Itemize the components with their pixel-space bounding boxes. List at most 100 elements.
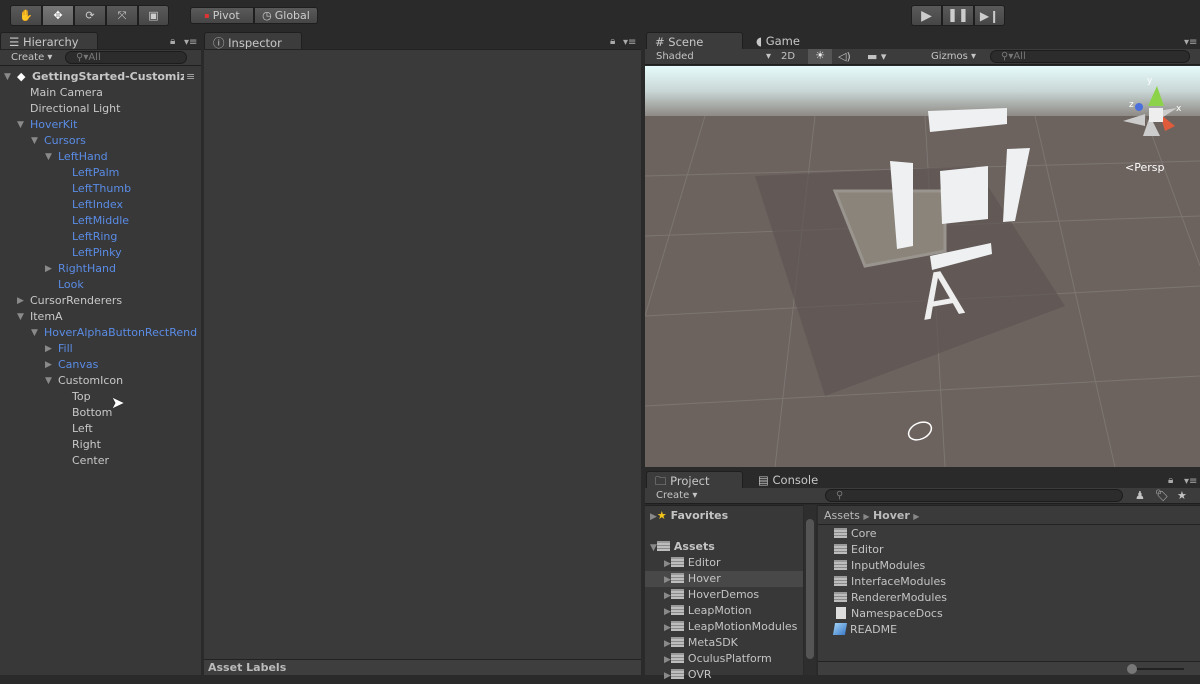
- hierarchy-item[interactable]: Look: [0, 277, 201, 293]
- hierarchy-item[interactable]: ▶ CursorRenderers: [0, 293, 201, 309]
- project-folder-item[interactable]: ▶ Editor: [645, 555, 803, 571]
- expand-arrow-open-icon[interactable]: ▼: [31, 325, 38, 341]
- hierarchy-item[interactable]: Top: [0, 389, 201, 405]
- rect-tool-button[interactable]: ▣: [138, 5, 169, 26]
- project-search-input[interactable]: ⚲: [825, 489, 1123, 502]
- expand-arrow-icon[interactable]: ▶: [664, 655, 671, 665]
- tab-game[interactable]: ◖ Game: [748, 32, 818, 50]
- step-button[interactable]: ▶❙: [974, 5, 1005, 26]
- tree-scrollbar[interactable]: [804, 505, 816, 675]
- expand-arrow-closed-icon[interactable]: ▶: [45, 261, 52, 277]
- scale-tool-button[interactable]: ⤧: [106, 5, 138, 26]
- file-item[interactable]: README: [832, 622, 897, 638]
- hierarchy-item[interactable]: ▼ LeftHand: [0, 149, 201, 165]
- expand-arrow-icon[interactable]: ▶: [664, 607, 671, 617]
- pivot-toggle[interactable]: ▪ Pivot: [190, 7, 254, 24]
- hierarchy-search-input[interactable]: ⚲▾All: [65, 51, 187, 64]
- hierarchy-item[interactable]: ▼ ItemA: [0, 309, 201, 325]
- asset-labels-bar[interactable]: Asset Labels: [204, 659, 641, 675]
- panel-menu-icon[interactable]: ▾≡: [1184, 476, 1197, 487]
- scene-search-input[interactable]: ⚲▾All: [990, 50, 1190, 63]
- project-folder-item[interactable]: ▶ MetaSDK: [645, 635, 803, 651]
- pause-button[interactable]: ❚❚: [942, 5, 974, 26]
- rotate-tool-button[interactable]: ⟳: [74, 5, 106, 26]
- expand-arrow-open-icon[interactable]: ▼: [4, 69, 11, 85]
- tab-project[interactable]: 🗀 Project: [646, 471, 743, 489]
- scene-menu-icon[interactable]: ≡: [186, 69, 195, 85]
- move-tool-button[interactable]: ✥: [42, 5, 74, 26]
- project-folder-item[interactable]: ▶ Hover: [645, 571, 803, 587]
- expand-arrow-icon[interactable]: ▶: [664, 591, 671, 601]
- persp-label[interactable]: <Persp: [1125, 161, 1164, 174]
- breadcrumb-hover[interactable]: Hover: [873, 509, 910, 522]
- audio-toggle-icon[interactable]: ◁): [838, 50, 851, 63]
- breadcrumb-assets[interactable]: Assets: [824, 509, 860, 522]
- project-folder-item[interactable]: ▶ LeapMotionModules: [645, 619, 803, 635]
- lighting-toggle[interactable]: ☀: [808, 49, 832, 64]
- expand-arrow-icon[interactable]: ▶: [664, 575, 671, 585]
- tab-inspector[interactable]: ⓘ Inspector: [204, 32, 302, 50]
- hierarchy-item[interactable]: LeftPinky: [0, 245, 201, 261]
- shading-mode-dropdown[interactable]: Shaded ▾: [656, 51, 771, 62]
- file-item[interactable]: InterfaceModules: [834, 574, 946, 590]
- hierarchy-item[interactable]: ▼ Cursors: [0, 133, 201, 149]
- global-toggle[interactable]: ◷ Global: [254, 7, 318, 24]
- favorites-item[interactable]: ▶★ Favorites: [650, 508, 728, 524]
- hierarchy-item[interactable]: Directional Light: [0, 101, 201, 117]
- hierarchy-item[interactable]: Main Camera: [0, 85, 201, 101]
- file-item[interactable]: RendererModules: [834, 590, 947, 606]
- create-dropdown[interactable]: Create ▾: [11, 52, 52, 63]
- hierarchy-item[interactable]: LeftIndex: [0, 197, 201, 213]
- panel-menu-icon[interactable]: ▾≡: [623, 37, 636, 48]
- effects-toggle-icon[interactable]: ▬ ▾: [867, 50, 886, 63]
- expand-arrow-open-icon[interactable]: ▼: [45, 373, 52, 389]
- scene-viewport[interactable]: A y x z <Persp: [645, 66, 1200, 467]
- expand-arrow-icon[interactable]: ▶: [664, 639, 671, 649]
- hand-tool-button[interactable]: ✋: [10, 5, 42, 26]
- hierarchy-item[interactable]: Left: [0, 421, 201, 437]
- hierarchy-item[interactable]: LeftMiddle: [0, 213, 201, 229]
- file-item[interactable]: Core: [834, 526, 876, 542]
- project-folder-item[interactable]: ▶ OVR: [645, 667, 803, 683]
- expand-arrow-open-icon[interactable]: ▼: [17, 117, 24, 133]
- lock-icon[interactable]: 🔒︎: [610, 36, 615, 47]
- hierarchy-item[interactable]: ▶ RightHand: [0, 261, 201, 277]
- project-folder-item[interactable]: ▶ HoverDemos: [645, 587, 803, 603]
- favorite-icon[interactable]: ★: [1177, 489, 1187, 502]
- hierarchy-item[interactable]: Center: [0, 453, 201, 469]
- 2d-toggle[interactable]: 2D: [781, 51, 795, 62]
- zoom-slider[interactable]: [818, 661, 1200, 675]
- play-button[interactable]: ▶: [911, 5, 942, 26]
- hierarchy-item[interactable]: LeftThumb: [0, 181, 201, 197]
- hierarchy-item[interactable]: ▼ HoverAlphaButtonRectRend: [0, 325, 201, 341]
- expand-arrow-closed-icon[interactable]: ▶: [45, 341, 52, 357]
- expand-arrow-closed-icon[interactable]: ▶: [17, 293, 24, 309]
- lock-icon[interactable]: 🔒︎: [170, 36, 175, 47]
- filter-by-label-icon[interactable]: 🏷︎: [1155, 489, 1169, 502]
- project-folder-item[interactable]: ▶ OculusPlatform: [645, 651, 803, 667]
- lock-icon[interactable]: 🔒︎: [1168, 475, 1173, 486]
- tab-console[interactable]: ▤ Console: [750, 471, 830, 489]
- create-dropdown[interactable]: Create ▾: [656, 490, 697, 501]
- expand-arrow-icon[interactable]: ▶: [664, 671, 671, 681]
- hierarchy-item[interactable]: ▶ Fill: [0, 341, 201, 357]
- hierarchy-item[interactable]: ▼ CustomIcon: [0, 373, 201, 389]
- expand-arrow-open-icon[interactable]: ▼: [31, 133, 38, 149]
- hierarchy-item[interactable]: ▼ HoverKit: [0, 117, 201, 133]
- tab-hierarchy[interactable]: ☰ Hierarchy: [0, 32, 98, 50]
- hierarchy-item[interactable]: Bottom: [0, 405, 201, 421]
- expand-arrow-closed-icon[interactable]: ▶: [45, 357, 52, 373]
- hierarchy-item[interactable]: Right: [0, 437, 201, 453]
- gizmos-dropdown[interactable]: Gizmos ▾: [931, 51, 976, 62]
- expand-arrow-icon[interactable]: ▶: [664, 559, 671, 569]
- panel-menu-icon[interactable]: ▾≡: [1184, 37, 1197, 48]
- expand-arrow-open-icon[interactable]: ▼: [45, 149, 52, 165]
- file-item[interactable]: Editor: [834, 542, 884, 558]
- file-item[interactable]: InputModules: [834, 558, 925, 574]
- hierarchy-item[interactable]: LeftRing: [0, 229, 201, 245]
- hierarchy-item[interactable]: ▶ Canvas: [0, 357, 201, 373]
- hierarchy-item[interactable]: ▼ ◆ ≡ GettingStarted-Customize: [0, 69, 201, 85]
- tab-scene[interactable]: # Scene: [646, 32, 743, 50]
- panel-menu-icon[interactable]: ▾≡: [184, 37, 197, 48]
- hierarchy-item[interactable]: LeftPalm: [0, 165, 201, 181]
